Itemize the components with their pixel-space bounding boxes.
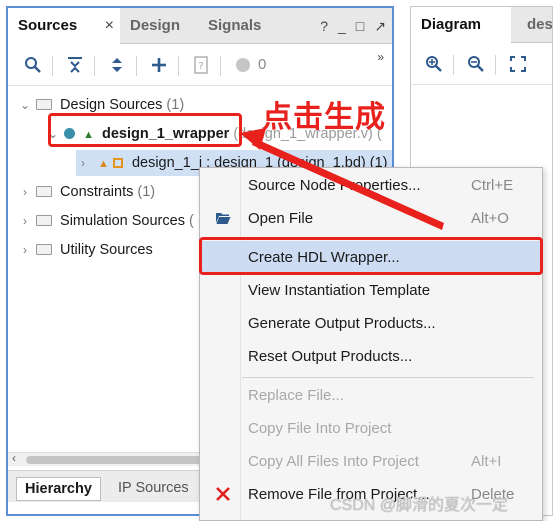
annotation-arrow-icon bbox=[240, 128, 444, 230]
watermark: CSDN @脚滑的夏次一定 bbox=[330, 497, 509, 514]
